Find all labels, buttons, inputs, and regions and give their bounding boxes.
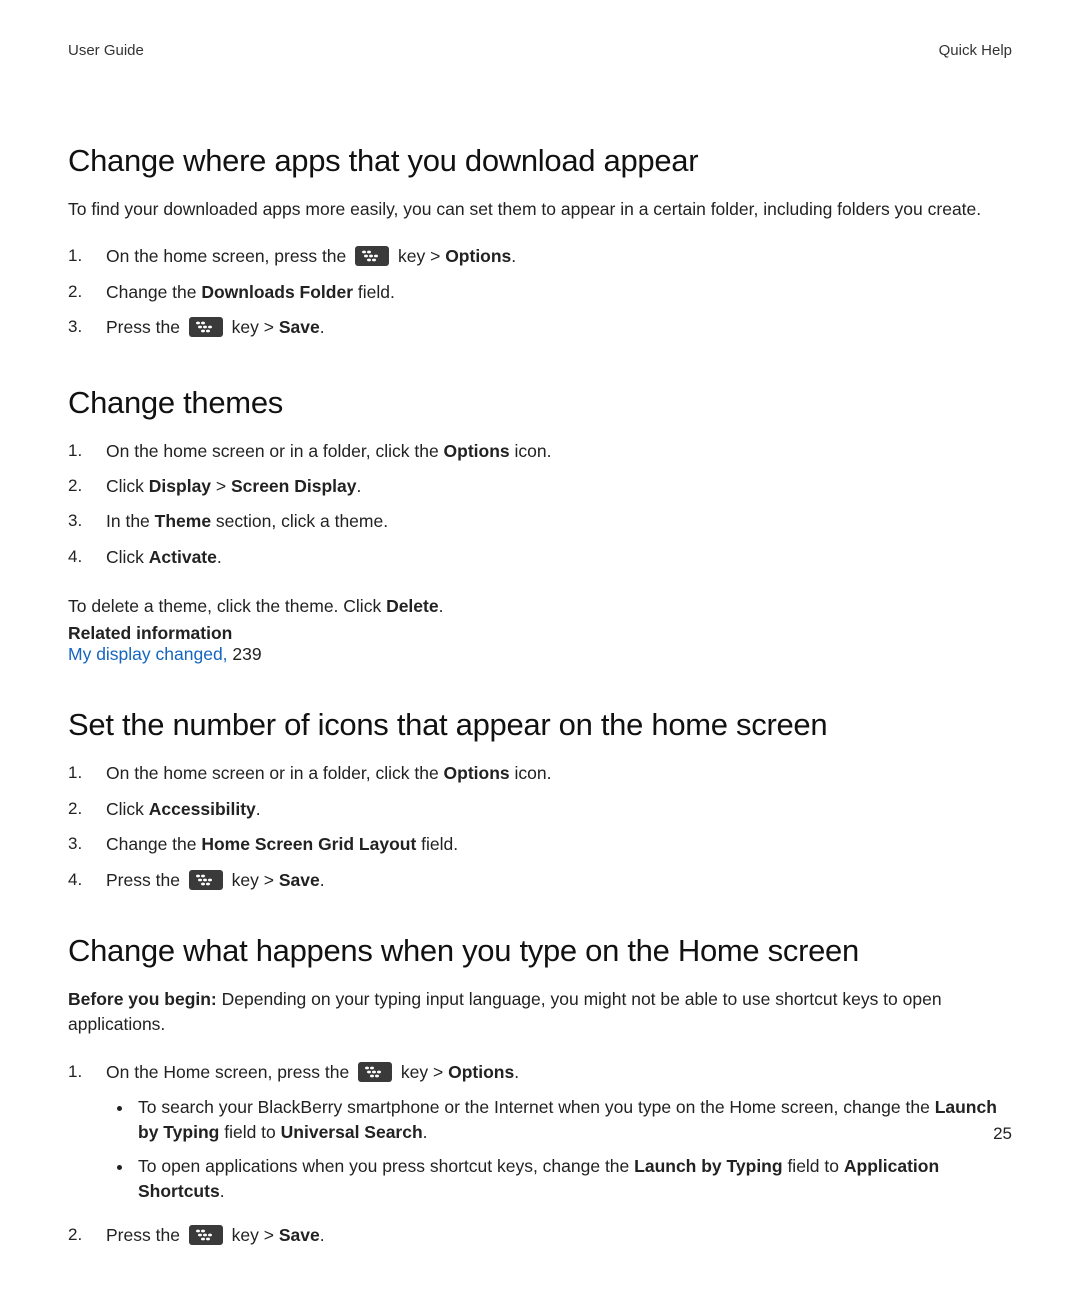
list-item: 1. On the home screen or in a folder, cl… — [68, 761, 1012, 786]
related-info-block: To delete a theme, click the theme. Clic… — [68, 594, 1012, 665]
link-my-display-changed[interactable]: My display changed, — [68, 644, 228, 664]
steps-s4: 1. On the Home screen, press the key > O… — [68, 1060, 1012, 1248]
list-item: 2. Press the key > Save. — [68, 1223, 1012, 1248]
related-information-label: Related information — [68, 623, 1012, 644]
header-left: User Guide — [68, 42, 144, 59]
list-item: To open applications when you press shor… — [134, 1154, 1012, 1205]
before-you-begin: Before you begin: Depending on your typi… — [68, 987, 1012, 1038]
list-item: 3. Press the key > Save. — [68, 315, 1012, 340]
list-item: 2. Click Accessibility. — [68, 797, 1012, 822]
list-item: 3. In the Theme section, click a theme. — [68, 509, 1012, 534]
related-link-line: My display changed, 239 — [68, 644, 1012, 665]
header-right: Quick Help — [939, 42, 1012, 59]
list-item: 1. On the Home screen, press the key > O… — [68, 1060, 1012, 1213]
blackberry-key-icon — [189, 1225, 223, 1245]
list-item: 1. On the home screen, press the key > O… — [68, 244, 1012, 269]
blackberry-key-icon — [358, 1062, 392, 1082]
list-item: 4. Click Activate. — [68, 545, 1012, 570]
blackberry-key-icon — [355, 246, 389, 266]
list-item: 2. Change the Downloads Folder field. — [68, 280, 1012, 305]
list-item: 1. On the home screen or in a folder, cl… — [68, 439, 1012, 464]
blackberry-key-icon — [189, 870, 223, 890]
list-item: 2. Click Display > Screen Display. — [68, 474, 1012, 499]
page-header: User Guide Quick Help — [68, 42, 1012, 59]
heading-change-download-location: Change where apps that you download appe… — [68, 143, 1012, 179]
steps-s2: 1. On the home screen or in a folder, cl… — [68, 439, 1012, 571]
document-page: User Guide Quick Help Change where apps … — [0, 0, 1080, 1298]
heading-typing-home-screen: Change what happens when you type on the… — [68, 933, 1012, 969]
page-number: 25 — [993, 1124, 1012, 1144]
intro-s1: To find your downloaded apps more easily… — [68, 197, 1012, 222]
blackberry-key-icon — [189, 317, 223, 337]
list-item: To search your BlackBerry smartphone or … — [134, 1095, 1012, 1146]
heading-change-themes: Change themes — [68, 385, 1012, 421]
heading-set-icon-count: Set the number of icons that appear on t… — [68, 707, 1012, 743]
list-item: 4. Press the key > Save. — [68, 868, 1012, 893]
steps-s3: 1. On the home screen or in a folder, cl… — [68, 761, 1012, 893]
sub-bullets: To search your BlackBerry smartphone or … — [134, 1095, 1012, 1205]
delete-theme-note: To delete a theme, click the theme. Clic… — [68, 594, 1012, 619]
list-item: 3. Change the Home Screen Grid Layout fi… — [68, 832, 1012, 857]
steps-s1: 1. On the home screen, press the key > O… — [68, 244, 1012, 340]
